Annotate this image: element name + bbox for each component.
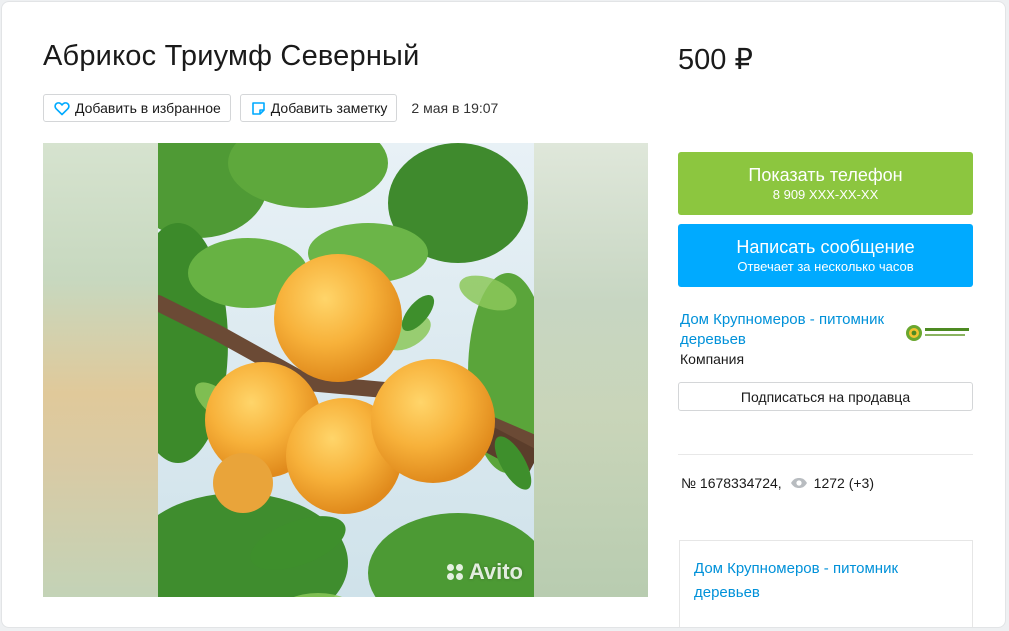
add-to-favorites-button[interactable]: Добавить в избранное <box>43 94 231 122</box>
heart-icon <box>54 101 70 115</box>
seller-name-link[interactable]: Дом Крупномеров - питомник деревьев <box>680 310 905 350</box>
price: 500 ₽ <box>678 44 753 76</box>
write-message-label: Написать сообщение <box>736 237 915 257</box>
seller-box-name-link[interactable]: Дом Крупномеров - питомник деревьев <box>694 557 958 605</box>
avito-logo-icon <box>446 564 463 580</box>
add-note-button[interactable]: Добавить заметку <box>239 94 398 122</box>
add-to-favorites-label: Добавить в избранное <box>75 100 221 116</box>
avito-watermark: Avito <box>446 559 523 585</box>
seller-info: Дом Крупномеров - питомник деревьев Комп… <box>680 310 905 368</box>
gallery-blur-right <box>534 143 648 597</box>
listing-card: Абрикос Триумф Северный 500 ₽ Добавить в… <box>1 1 1006 628</box>
item-number: № 1678334724, <box>681 475 782 491</box>
seller-box: Дом Крупномеров - питомник деревьев <box>679 540 973 627</box>
listing-photo[interactable] <box>158 143 534 597</box>
eye-icon <box>790 477 808 489</box>
image-gallery[interactable]: Avito <box>43 143 648 597</box>
write-message-button[interactable]: Написать сообщение Отвечает за несколько… <box>678 224 973 287</box>
note-icon <box>251 101 265 115</box>
response-time: Отвечает за несколько часов <box>737 259 914 274</box>
apricot-photo <box>158 143 534 597</box>
show-phone-label: Показать телефон <box>748 165 903 185</box>
publish-date: 2 мая в 19:07 <box>411 100 499 116</box>
listing-meta: № 1678334724, 1272 (+3) <box>681 475 874 491</box>
gallery-blur-left <box>43 143 158 597</box>
masked-phone: 8 909 XXX-XX-XX <box>772 187 879 202</box>
subscribe-label: Подписаться на продавца <box>740 388 911 405</box>
page-title: Абрикос Триумф Северный <box>43 40 420 72</box>
watermark-text: Avito <box>468 559 523 584</box>
divider <box>678 454 973 455</box>
listing-actions: Добавить в избранное Добавить заметку 2 … <box>43 94 498 122</box>
subscribe-seller-button[interactable]: Подписаться на продавца <box>678 382 973 411</box>
seller-logo[interactable] <box>905 322 971 344</box>
seller-type: Компания <box>680 351 745 367</box>
show-phone-button[interactable]: Показать телефон 8 909 XXX-XX-XX <box>678 152 973 215</box>
add-note-label: Добавить заметку <box>270 100 388 116</box>
view-count: 1272 (+3) <box>813 475 874 491</box>
